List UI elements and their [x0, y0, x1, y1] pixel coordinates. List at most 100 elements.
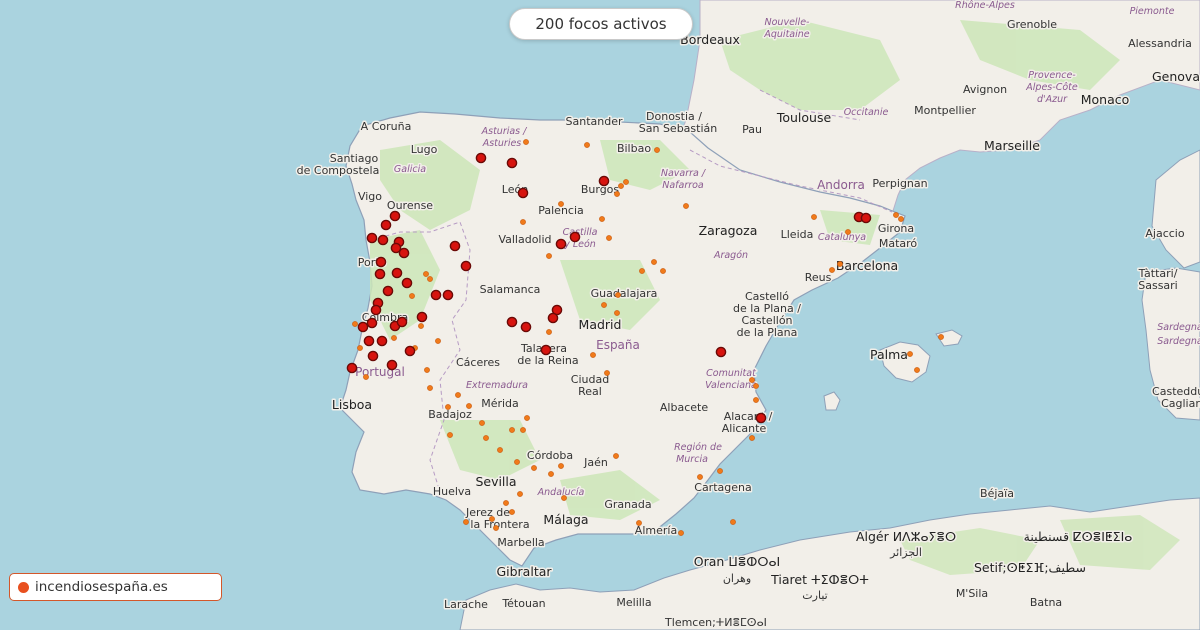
fire-marker-large[interactable]: [475, 152, 487, 164]
fire-marker-large[interactable]: [506, 316, 518, 328]
fire-marker-small[interactable]: [749, 377, 755, 383]
fire-marker-small[interactable]: [363, 374, 369, 380]
fire-marker-small[interactable]: [489, 516, 495, 522]
fire-marker-large[interactable]: [598, 175, 610, 187]
fire-marker-small[interactable]: [717, 468, 723, 474]
fire-marker-large[interactable]: [375, 256, 387, 268]
fire-marker-small[interactable]: [898, 216, 904, 222]
fire-marker-small[interactable]: [938, 334, 944, 340]
fire-marker-small[interactable]: [479, 420, 485, 426]
fire-marker-large[interactable]: [547, 312, 559, 324]
fire-marker-small[interactable]: [614, 191, 620, 197]
fire-marker-small[interactable]: [753, 397, 759, 403]
fire-marker-small[interactable]: [463, 519, 469, 525]
fire-marker-large[interactable]: [366, 317, 378, 329]
fire-marker-small[interactable]: [558, 463, 564, 469]
fire-marker-large[interactable]: [366, 232, 378, 244]
fire-marker-small[interactable]: [427, 276, 433, 282]
fire-marker-small[interactable]: [614, 310, 620, 316]
fire-marker-small[interactable]: [391, 335, 397, 341]
fire-marker-small[interactable]: [352, 321, 358, 327]
fire-marker-small[interactable]: [730, 519, 736, 525]
fire-marker-small[interactable]: [914, 367, 920, 373]
fire-marker-large[interactable]: [363, 335, 375, 347]
fire-marker-small[interactable]: [678, 530, 684, 536]
fire-marker-small[interactable]: [520, 219, 526, 225]
fire-marker-small[interactable]: [604, 370, 610, 376]
fire-marker-large[interactable]: [520, 321, 532, 333]
fire-marker-small[interactable]: [418, 323, 424, 329]
fire-marker-large[interactable]: [404, 345, 416, 357]
fire-marker-large[interactable]: [357, 321, 369, 333]
fire-marker-small[interactable]: [615, 292, 621, 298]
fire-marker-small[interactable]: [618, 183, 624, 189]
fire-marker-small[interactable]: [837, 261, 843, 267]
fire-marker-small[interactable]: [599, 216, 605, 222]
fire-marker-small[interactable]: [520, 427, 526, 433]
fire-marker-small[interactable]: [523, 139, 529, 145]
fire-marker-small[interactable]: [424, 367, 430, 373]
map-canvas[interactable]: Nouvelle-Aquitaine Occitanie Provence-Alpe…: [0, 0, 1200, 630]
fire-marker-small[interactable]: [447, 432, 453, 438]
fire-marker-large[interactable]: [715, 346, 727, 358]
fire-marker-small[interactable]: [749, 435, 755, 441]
fire-marker-small[interactable]: [845, 229, 851, 235]
fire-marker-large[interactable]: [389, 210, 401, 222]
fire-marker-small[interactable]: [683, 203, 689, 209]
fire-marker-large[interactable]: [860, 212, 872, 224]
fire-marker-small[interactable]: [623, 179, 629, 185]
fire-marker-large[interactable]: [346, 362, 358, 374]
fire-marker-small[interactable]: [606, 235, 612, 241]
fire-marker-large[interactable]: [569, 231, 581, 243]
fire-marker-small[interactable]: [466, 403, 472, 409]
fire-marker-small[interactable]: [493, 525, 499, 531]
fire-marker-small[interactable]: [531, 465, 537, 471]
fire-marker-small[interactable]: [558, 201, 564, 207]
fire-marker-small[interactable]: [907, 351, 913, 357]
fire-marker-small[interactable]: [427, 385, 433, 391]
fire-marker-small[interactable]: [548, 471, 554, 477]
fire-marker-small[interactable]: [435, 338, 441, 344]
fire-marker-large[interactable]: [370, 304, 382, 316]
fire-marker-small[interactable]: [829, 267, 835, 273]
fire-marker-large[interactable]: [555, 238, 567, 250]
fire-marker-small[interactable]: [445, 404, 451, 410]
fire-marker-large[interactable]: [382, 285, 394, 297]
fire-marker-large[interactable]: [540, 344, 552, 356]
fire-marker-large[interactable]: [377, 234, 389, 246]
fire-marker-small[interactable]: [483, 435, 489, 441]
fire-marker-small[interactable]: [811, 214, 817, 220]
fire-marker-small[interactable]: [753, 383, 759, 389]
fire-marker-small[interactable]: [517, 491, 523, 497]
fire-marker-small[interactable]: [423, 271, 429, 277]
fire-marker-large[interactable]: [449, 240, 461, 252]
brand-badge[interactable]: incendiosespaña.es: [9, 573, 222, 601]
fire-marker-large[interactable]: [396, 316, 408, 328]
fire-marker-small[interactable]: [601, 302, 607, 308]
fire-marker-large[interactable]: [391, 267, 403, 279]
fire-marker-small[interactable]: [524, 415, 530, 421]
fire-marker-large[interactable]: [386, 359, 398, 371]
fire-marker-small[interactable]: [455, 392, 461, 398]
fire-marker-small[interactable]: [357, 345, 363, 351]
fire-marker-small[interactable]: [509, 427, 515, 433]
fire-marker-large[interactable]: [755, 412, 767, 424]
fire-marker-small[interactable]: [590, 352, 596, 358]
fire-marker-small[interactable]: [654, 147, 660, 153]
fire-marker-small[interactable]: [893, 212, 899, 218]
fire-marker-large[interactable]: [367, 350, 379, 362]
fire-marker-small[interactable]: [546, 253, 552, 259]
fire-marker-small[interactable]: [509, 509, 515, 515]
fire-marker-small[interactable]: [660, 268, 666, 274]
fire-marker-small[interactable]: [636, 520, 642, 526]
fire-marker-large[interactable]: [401, 277, 413, 289]
fire-marker-large[interactable]: [380, 219, 392, 231]
fire-marker-small[interactable]: [697, 474, 703, 480]
fire-marker-small[interactable]: [503, 500, 509, 506]
fire-marker-small[interactable]: [497, 447, 503, 453]
fire-marker-small[interactable]: [561, 495, 567, 501]
fire-marker-small[interactable]: [546, 329, 552, 335]
fire-marker-large[interactable]: [442, 289, 454, 301]
fire-marker-large[interactable]: [374, 268, 386, 280]
fire-marker-large[interactable]: [517, 187, 529, 199]
